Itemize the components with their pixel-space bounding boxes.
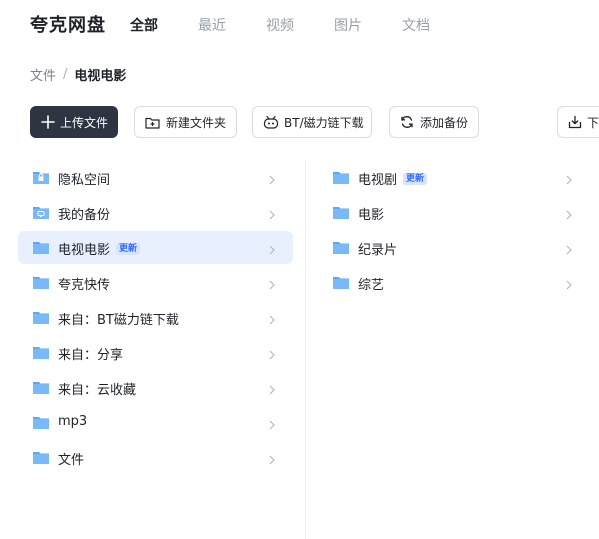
sidebar-item-label: 来自：BT磁力链下载 <box>58 313 179 328</box>
chevron-right-icon <box>267 451 277 465</box>
sidebar-item-from-cloud-favorites[interactable]: 来自：云收藏 <box>18 371 293 404</box>
chevron-right-icon <box>267 241 277 255</box>
tab-video[interactable]: 视频 <box>266 15 294 35</box>
breadcrumb-current: 电视电影 <box>74 69 127 84</box>
breadcrumb-separator: / <box>63 67 68 82</box>
folder-icon <box>32 344 50 360</box>
download-label: 下 <box>587 115 599 130</box>
folder-icon <box>332 204 350 220</box>
bt-download-label: BT/磁力链下载 <box>284 115 364 130</box>
download-icon <box>568 114 582 130</box>
sidebar-item-label: 来自：云收藏 <box>58 383 137 398</box>
folder-icon <box>32 414 50 430</box>
chevron-right-icon <box>267 346 277 360</box>
chevron-right-icon <box>267 276 277 290</box>
breadcrumb-root[interactable]: 文件 <box>30 65 56 84</box>
updated-badge: 更新 <box>403 172 428 185</box>
bt-download-button[interactable]: BT/磁力链下载 <box>252 106 372 138</box>
folder-name: 电视剧 <box>358 173 398 188</box>
subfolder-label: 纪录片 <box>358 243 398 258</box>
sync-icon <box>400 114 415 130</box>
chevron-right-icon <box>564 276 574 290</box>
subfolder-label: 综艺 <box>358 278 385 293</box>
upload-button[interactable]: 上传文件 <box>30 106 118 138</box>
backup-folder-icon <box>32 204 50 220</box>
sidebar-item-files[interactable]: 文件 <box>18 441 293 474</box>
folder-icon <box>32 274 50 290</box>
chevron-right-icon <box>267 311 277 325</box>
sidebar-item-private-space[interactable]: 隐私空间 <box>18 161 293 194</box>
chevron-right-icon <box>564 206 574 220</box>
magnet-robot-icon <box>263 114 279 130</box>
add-backup-label: 添加备份 <box>419 115 468 130</box>
sidebar-item-from-bt[interactable]: 来自：BT磁力链下载 <box>18 301 293 334</box>
sidebar-item-from-share[interactable]: 来自：分享 <box>18 336 293 369</box>
new-folder-label: 新建文件夹 <box>165 115 226 130</box>
sidebar-item-quark-transfer[interactable]: 夸克快传 <box>18 266 293 299</box>
chevron-right-icon <box>267 381 277 395</box>
sidebar-item-label: 电视电影 更新 <box>58 239 141 258</box>
subfolder-label: 电视剧 更新 <box>358 169 428 188</box>
sidebar-item-label: 来自：分享 <box>58 348 124 363</box>
new-folder-button[interactable]: 新建文件夹 <box>134 106 237 138</box>
folder-icon <box>32 379 50 395</box>
top-header: 夸克网盘 全部 最近 视频 图片 文档 <box>0 0 599 48</box>
folder-icon <box>332 239 350 255</box>
column-divider <box>305 160 306 539</box>
subfolder-variety-shows[interactable]: 综艺 <box>318 266 590 299</box>
sidebar-item-label: 夸克快传 <box>58 278 111 293</box>
tab-recent[interactable]: 最近 <box>198 15 226 35</box>
sidebar-item-label: 我的备份 <box>58 208 111 223</box>
new-folder-icon <box>145 114 161 130</box>
sidebar-item-label: 文件 <box>58 453 85 468</box>
sidebar-item-label: 隐私空间 <box>58 173 111 188</box>
upload-button-label: 上传文件 <box>60 115 109 130</box>
tab-documents[interactable]: 文档 <box>402 15 430 35</box>
chevron-right-icon <box>267 206 277 220</box>
folder-icon <box>32 309 50 325</box>
subfolder-tv-series[interactable]: 电视剧 更新 <box>318 161 590 194</box>
sidebar-item-tv-movies[interactable]: 电视电影 更新 <box>18 231 293 264</box>
folder-icon <box>32 239 50 255</box>
chevron-right-icon <box>267 171 277 185</box>
tab-images[interactable]: 图片 <box>334 15 362 35</box>
subfolder-documentaries[interactable]: 纪录片 <box>318 231 590 264</box>
folder-icon <box>332 274 350 290</box>
sidebar-item-my-backup[interactable]: 我的备份 <box>18 196 293 229</box>
chevron-right-icon <box>564 171 574 185</box>
add-backup-button[interactable]: 添加备份 <box>389 106 479 138</box>
tab-all[interactable]: 全部 <box>130 15 158 35</box>
lock-folder-icon <box>32 169 50 185</box>
download-button[interactable]: 下 <box>557 106 599 138</box>
breadcrumb: 文件 / 电视电影 <box>30 65 126 84</box>
folder-icon <box>32 449 50 465</box>
folder-name: 电视电影 <box>58 243 111 258</box>
chevron-right-icon <box>564 241 574 255</box>
folder-icon <box>332 169 350 185</box>
subfolder-label: 电影 <box>358 208 385 223</box>
subfolder-movies[interactable]: 电影 <box>318 196 590 229</box>
updated-badge: 更新 <box>116 242 141 255</box>
plus-icon <box>41 114 55 130</box>
sidebar-item-mp3[interactable]: mp3 <box>18 406 293 439</box>
sidebar-item-label: mp3 <box>58 414 88 429</box>
app-logo[interactable]: 夸克网盘 <box>30 11 106 37</box>
chevron-right-icon <box>267 416 277 430</box>
